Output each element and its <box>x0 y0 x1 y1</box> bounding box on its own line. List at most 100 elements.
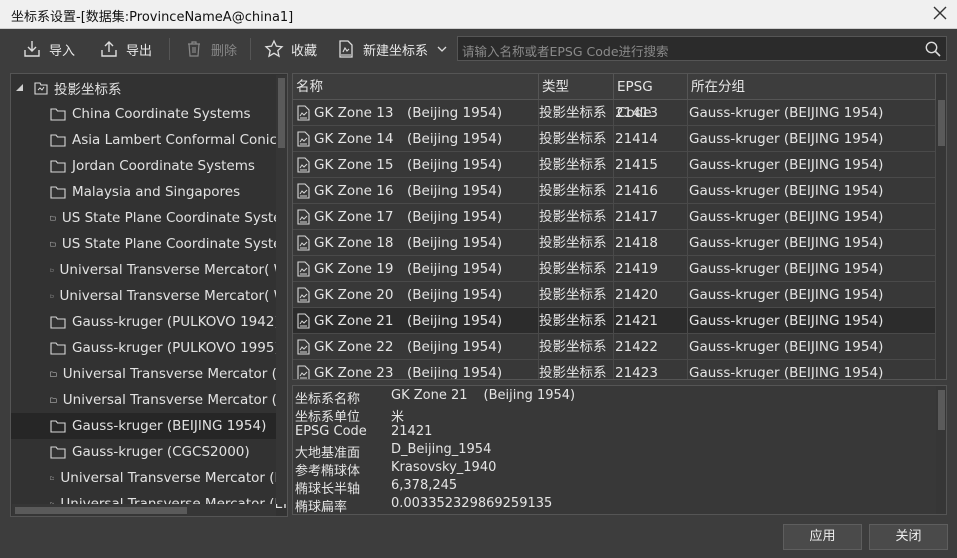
cell-type: 投影坐标系 <box>539 152 614 178</box>
tree-hscroll-thumb[interactable] <box>15 507 187 514</box>
new-coordinate-system-button[interactable]: 新建坐标系 <box>336 37 455 61</box>
tree-item[interactable]: Gauss-kruger (PULKOVO 1995) <box>11 335 287 361</box>
table-row[interactable]: GK Zone 14 (Beijing 1954) 投影坐标系 21414 Gauss-… <box>293 126 936 152</box>
coordinate-system-tree[interactable]: 投影坐标系 China Coordinate Systems Asia Lambe… <box>10 73 288 517</box>
close-window-button[interactable] <box>930 3 950 23</box>
tree-vertical-scrollbar[interactable] <box>276 75 287 504</box>
table-row[interactable]: GK Zone 22 (Beijing 1954) 投影坐标系 21422 Gauss-… <box>293 334 936 360</box>
collapse-arrow-icon[interactable] <box>15 83 25 93</box>
detail-vertical-scrollbar[interactable] <box>936 386 946 514</box>
cell-group: Gauss-kruger (BEIJING 1954) <box>688 178 936 204</box>
tree-item[interactable]: Universal Transverse Mercator (N <box>11 387 287 413</box>
tree-item[interactable]: Universal Transverse Mercator( W <box>11 283 287 309</box>
table-row[interactable]: GK Zone 20 (Beijing 1954) 投影坐标系 21420 Gauss-… <box>293 282 936 308</box>
cell-type: 投影坐标系 <box>539 204 614 230</box>
folder-icon <box>50 160 66 173</box>
import-icon <box>24 41 40 57</box>
table-scroll-thumb[interactable] <box>938 100 945 146</box>
detail-value: Krasovsky_1940 <box>391 460 497 475</box>
tree-root-projected[interactable]: 投影坐标系 <box>11 75 287 101</box>
tree-item-label: US State Plane Coordinate Syster <box>61 210 287 226</box>
column-header-epsg[interactable]: EPSG Code <box>614 74 688 121</box>
tree-item[interactable]: Gauss-kruger (PULKOVO 1942) <box>11 309 287 335</box>
apply-button[interactable]: 应用 <box>783 524 862 550</box>
chevron-down-icon[interactable] <box>436 43 448 55</box>
search-button[interactable] <box>924 40 942 62</box>
table-row[interactable]: GK Zone 21 (Beijing 1954) 投影坐标系 21421 Gauss-… <box>293 308 936 334</box>
table-row[interactable]: GK Zone 16 (Beijing 1954) 投影坐标系 21416 Gauss-… <box>293 178 936 204</box>
cell-name: GK Zone 19 (Beijing 1954) <box>293 256 539 282</box>
new-coordinate-system-label: 新建坐标系 <box>363 43 429 59</box>
cell-name-datum: (Beijing 1954) <box>407 287 503 303</box>
import-button[interactable]: 导入 <box>22 37 75 61</box>
coordinate-system-table[interactable]: 名称 类型 EPSG Code 所在分组 GK Zone 13 (Beijing … <box>292 73 947 380</box>
table-row[interactable]: GK Zone 23 (Beijing 1954) 投影坐标系 21423 Gauss-… <box>293 360 936 379</box>
tree-item[interactable]: Malaysia and Singapores <box>11 179 287 205</box>
tree-item[interactable]: Gauss-kruger (CGCS2000) <box>11 439 287 465</box>
cell-name-text: GK Zone 13 <box>314 105 394 121</box>
projected-system-icon <box>297 105 310 121</box>
export-button[interactable]: 导出 <box>99 37 152 61</box>
cell-name: GK Zone 13 (Beijing 1954) <box>293 100 539 126</box>
table-row[interactable]: GK Zone 13 (Beijing 1954) 投影坐标系 21413 Gauss-… <box>293 100 936 126</box>
detail-value: 0.003352329869259135 <box>391 496 553 511</box>
close-button[interactable]: 关闭 <box>869 524 948 550</box>
cell-name-text: GK Zone 17 <box>314 209 394 225</box>
detail-value: GK Zone 21 (Beijing 1954) <box>391 388 575 403</box>
trash-icon <box>188 41 200 57</box>
tree-item[interactable]: Universal Transverse Mercator (N <box>11 361 287 387</box>
table-row[interactable]: GK Zone 19 (Beijing 1954) 投影坐标系 21419 Gauss-… <box>293 256 936 282</box>
cell-name-text: GK Zone 15 <box>314 157 394 173</box>
cell-group: Gauss-kruger (BEIJING 1954) <box>688 126 936 152</box>
detail-value: 米 <box>391 410 405 425</box>
cell-name-text: GK Zone 14 <box>314 131 394 147</box>
search-icon <box>925 41 941 57</box>
tree-item[interactable]: Universal Transverse Mercator (EI <box>11 465 287 491</box>
projected-system-icon <box>297 313 310 329</box>
tree-item-label: China Coordinate Systems <box>72 106 251 122</box>
import-label: 导入 <box>49 43 76 59</box>
column-header-type[interactable]: 类型 <box>539 74 614 100</box>
cell-type: 投影坐标系 <box>539 100 614 126</box>
tree-item[interactable]: US State Plane Coordinate Syster <box>11 205 287 231</box>
table-row[interactable]: GK Zone 17 (Beijing 1954) 投影坐标系 21417 Gauss-… <box>293 204 936 230</box>
projected-system-icon <box>297 235 310 251</box>
cell-name: GK Zone 15 (Beijing 1954) <box>293 152 539 178</box>
tree-item-label: Gauss-kruger (BEIJING 1954) <box>72 418 267 434</box>
cell-epsg: 21417 <box>614 204 688 230</box>
tree-horizontal-scrollbar[interactable] <box>12 504 276 516</box>
search-input[interactable]: 请输入名称或者EPSG Code进行搜索 <box>457 36 947 61</box>
favorite-button[interactable]: 收藏 <box>264 37 317 61</box>
table-vertical-scrollbar[interactable] <box>936 74 946 379</box>
projected-system-icon <box>297 365 310 379</box>
folder-icon <box>50 134 66 147</box>
projected-system-icon <box>297 183 310 199</box>
cell-epsg: 21413 <box>614 100 688 126</box>
detail-scroll-thumb[interactable] <box>938 390 945 430</box>
detail-panel: 坐标系名称 GK Zone 21 (Beijing 1954) 坐标系单位 米 E… <box>292 385 947 515</box>
projected-system-icon <box>297 339 310 355</box>
column-header-group[interactable]: 所在分组 <box>688 74 936 100</box>
tree-item[interactable]: Jordan Coordinate Systems <box>11 153 287 179</box>
folder-icon <box>50 241 56 247</box>
table-row[interactable]: GK Zone 15 (Beijing 1954) 投影坐标系 21415 Gauss-… <box>293 152 936 178</box>
cell-group: Gauss-kruger (BEIJING 1954) <box>688 100 936 126</box>
cell-group: Gauss-kruger (BEIJING 1954) <box>688 334 936 360</box>
tree-item[interactable]: Asia Lambert Conformal Conic <box>11 127 287 153</box>
tree-item[interactable]: China Coordinate Systems <box>11 101 287 127</box>
table-row[interactable]: GK Zone 18 (Beijing 1954) 投影坐标系 21418 Gauss-… <box>293 230 936 256</box>
tree-item-label: Universal Transverse Mercator (N <box>62 392 287 408</box>
cell-name-datum: (Beijing 1954) <box>407 105 503 121</box>
delete-button[interactable]: 删除 <box>184 37 237 61</box>
cell-name-text: GK Zone 19 <box>314 261 394 277</box>
tree-scroll-thumb[interactable] <box>278 78 285 148</box>
column-header-name[interactable]: 名称 <box>293 74 539 100</box>
cell-name-datum: (Beijing 1954) <box>407 157 503 173</box>
cell-type: 投影坐标系 <box>539 126 614 152</box>
tree-item[interactable]: US State Plane Coordinate Syster <box>11 231 287 257</box>
tree-item[interactable]: Universal Transverse Mercator( W <box>11 257 287 283</box>
cell-name-datum: (Beijing 1954) <box>407 339 503 355</box>
title-bar: 坐标系设置-[数据集:ProvinceNameA@china1] <box>0 0 957 29</box>
tree-item[interactable]: Gauss-kruger (BEIJING 1954) <box>11 413 287 439</box>
folder-icon <box>50 316 66 329</box>
